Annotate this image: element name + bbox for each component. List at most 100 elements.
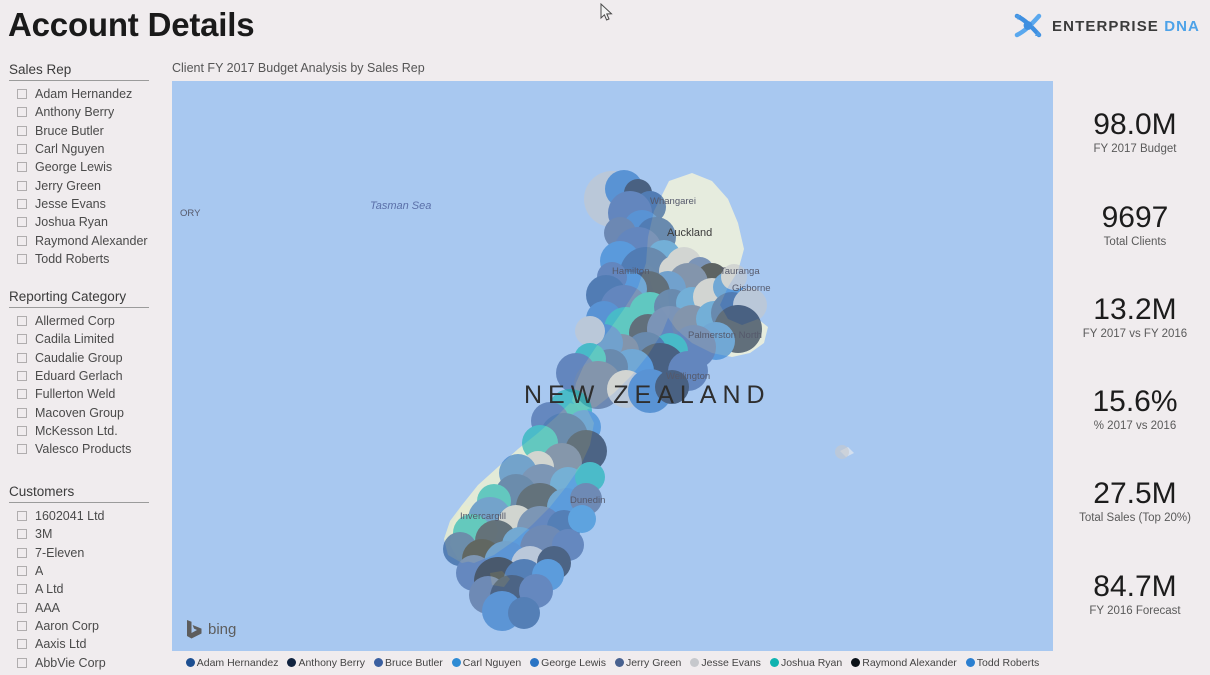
slicer-item-reporting-category[interactable]: Valesco Products [9,440,159,458]
slicer-item-customers[interactable]: 3M [9,525,159,543]
kpi-card-total-clients[interactable]: 9697 Total Clients [1060,202,1210,248]
checkbox-icon[interactable] [17,566,27,577]
kpi-label: FY 2017 vs FY 2016 [1082,327,1188,340]
legend-item[interactable]: Jerry Green [614,657,681,669]
slicer-item-customers[interactable]: Aaron Corp [9,617,159,635]
checkbox-icon[interactable] [17,620,27,631]
kpi-value: 9697 [1101,201,1169,234]
slicer-item-reporting-category[interactable]: Fullerton Weld [9,385,159,403]
checkbox-icon[interactable] [17,602,27,613]
slicer-item-reporting-category[interactable]: Caudalie Group [9,349,159,367]
slicer-item-customers[interactable]: AAA [9,598,159,616]
checkbox-icon[interactable] [17,235,27,246]
map-canvas [443,170,854,631]
legend-item[interactable]: Jesse Evans [690,657,761,669]
legend-color-dot [530,658,540,667]
kpi-value: 15.6% [1092,385,1178,418]
checkbox-icon[interactable] [17,253,27,264]
checkbox-icon[interactable] [17,125,27,136]
checkbox-icon[interactable] [17,529,27,540]
checkbox-icon[interactable] [17,217,27,228]
checkbox-icon[interactable] [17,371,27,382]
legend-item[interactable]: Carl Nguyen [451,657,521,669]
slicer-item-reporting-category[interactable]: McKesson Ltd. [9,422,159,440]
slicer-item-sales-rep[interactable]: Todd Roberts [9,250,159,268]
slicer-item-customers[interactable]: A Ltd [9,580,159,598]
kpi-value: 13.2M [1093,293,1177,326]
legend-color-dot [287,658,297,667]
checkbox-icon[interactable] [17,316,27,327]
checkbox-icon[interactable] [17,511,27,522]
bing-logo-icon [187,620,202,639]
slicer-item-customers[interactable]: A [9,562,159,580]
kpi-value: 27.5M [1093,477,1177,510]
checkbox-icon[interactable] [17,389,27,400]
slicer-item-sales-rep[interactable]: Jesse Evans [9,195,159,213]
slicer-item-customers[interactable]: AbbVie Corp [9,653,159,671]
slicer-item-customers[interactable]: 1602041 Ltd [9,507,159,525]
checkbox-icon[interactable] [17,162,27,173]
slicer-item-sales-rep[interactable]: Carl Nguyen [9,140,159,158]
legend-item[interactable]: Joshua Ryan [769,657,842,669]
brand-wordmark: ENTERPRISE DNA [1052,17,1200,35]
kpi-card-fy-2016-forecast[interactable]: 84.7M FY 2016 Forecast [1060,571,1210,617]
checkbox-icon[interactable] [17,657,27,668]
slicer-title-customers: Customers [9,484,149,503]
slicer-list-customers: 1602041 Ltd 3M 7-Eleven A A Ltd AAA Aaro… [9,507,159,675]
legend-color-dot [769,658,779,667]
slicer-item-sales-rep[interactable]: Bruce Butler [9,122,159,140]
bing-label: bing [208,620,237,638]
kpi-card-percent-2017-vs-2016[interactable]: 15.6% % 2017 vs 2016 [1060,386,1210,432]
map-visual[interactable]: Tasman Sea ORY Whangarei Auckland Hamilt… [172,81,1053,651]
map-legend[interactable]: Adam Hernandez Anthony Berry Bruce Butle… [172,653,1053,672]
slicer-item-sales-rep[interactable]: Anthony Berry [9,103,159,121]
enterprise-dna-logo: ENTERPRISE DNA [1013,13,1200,39]
slicer-item-reporting-category[interactable]: Macoven Group [9,403,159,421]
slicer-title-reporting-category: Reporting Category [9,289,149,308]
map-visual-title: Client FY 2017 Budget Analysis by Sales … [172,61,425,75]
legend-color-dot [451,658,461,667]
slicer-item-sales-rep[interactable]: George Lewis [9,158,159,176]
checkbox-icon[interactable] [17,547,27,558]
kpi-card-fy-2017-budget[interactable]: 98.0M FY 2017 Budget [1060,109,1210,155]
checkbox-icon[interactable] [17,89,27,100]
kpi-label: Total Clients [1103,235,1167,248]
legend-color-dot [185,658,195,667]
checkbox-icon[interactable] [17,425,27,436]
checkbox-icon[interactable] [17,180,27,191]
checkbox-icon[interactable] [17,407,27,418]
kpi-card-fy-2017-vs-fy-2016[interactable]: 13.2M FY 2017 vs FY 2016 [1060,294,1210,340]
slicer-item-customers[interactable]: 7-Eleven [9,544,159,562]
checkbox-icon[interactable] [17,639,27,650]
legend-item[interactable]: Todd Roberts [965,657,1039,669]
slicer-title-sales-rep: Sales Rep [9,62,149,81]
legend-item[interactable]: Adam Hernandez [185,657,278,669]
legend-color-dot [965,658,975,667]
slicer-item-sales-rep[interactable]: Adam Hernandez [9,85,159,103]
slicer-sales-rep: Sales Rep Adam Hernandez Anthony Berry B… [9,62,159,268]
slicer-item-sales-rep[interactable]: Jerry Green [9,176,159,194]
powerbi-report-page: Account Details ENTERPRISE DNA Sales Rep… [0,0,1210,675]
kpi-label: FY 2017 Budget [1093,142,1177,155]
slicer-item-reporting-category[interactable]: Allermed Corp [9,312,159,330]
kpi-card-total-sales-top-20[interactable]: 27.5M Total Sales (Top 20%) [1060,478,1210,524]
checkbox-icon[interactable] [17,444,27,455]
slicer-item-customers[interactable]: Aaxis Ltd [9,635,159,653]
checkbox-icon[interactable] [17,107,27,118]
map-label-tasman-sea: Tasman Sea [370,200,432,212]
legend-item[interactable]: Anthony Berry [287,657,365,669]
legend-item[interactable]: Raymond Alexander [851,657,957,669]
slicer-item-sales-rep[interactable]: Raymond Alexander [9,231,159,249]
legend-item[interactable]: George Lewis [530,657,606,669]
slicer-item-reporting-category[interactable]: Cadila Limited [9,330,159,348]
checkbox-icon[interactable] [17,584,27,595]
checkbox-icon[interactable] [17,144,27,155]
map-label-new-zealand: NEW ZEALAND [524,381,771,409]
slicer-item-reporting-category[interactable]: Eduard Gerlach [9,367,159,385]
slicer-item-sales-rep[interactable]: Joshua Ryan [9,213,159,231]
checkbox-icon[interactable] [17,352,27,363]
legend-item[interactable]: Bruce Butler [374,657,443,669]
legend-color-dot [851,658,861,667]
checkbox-icon[interactable] [17,198,27,209]
checkbox-icon[interactable] [17,334,27,345]
